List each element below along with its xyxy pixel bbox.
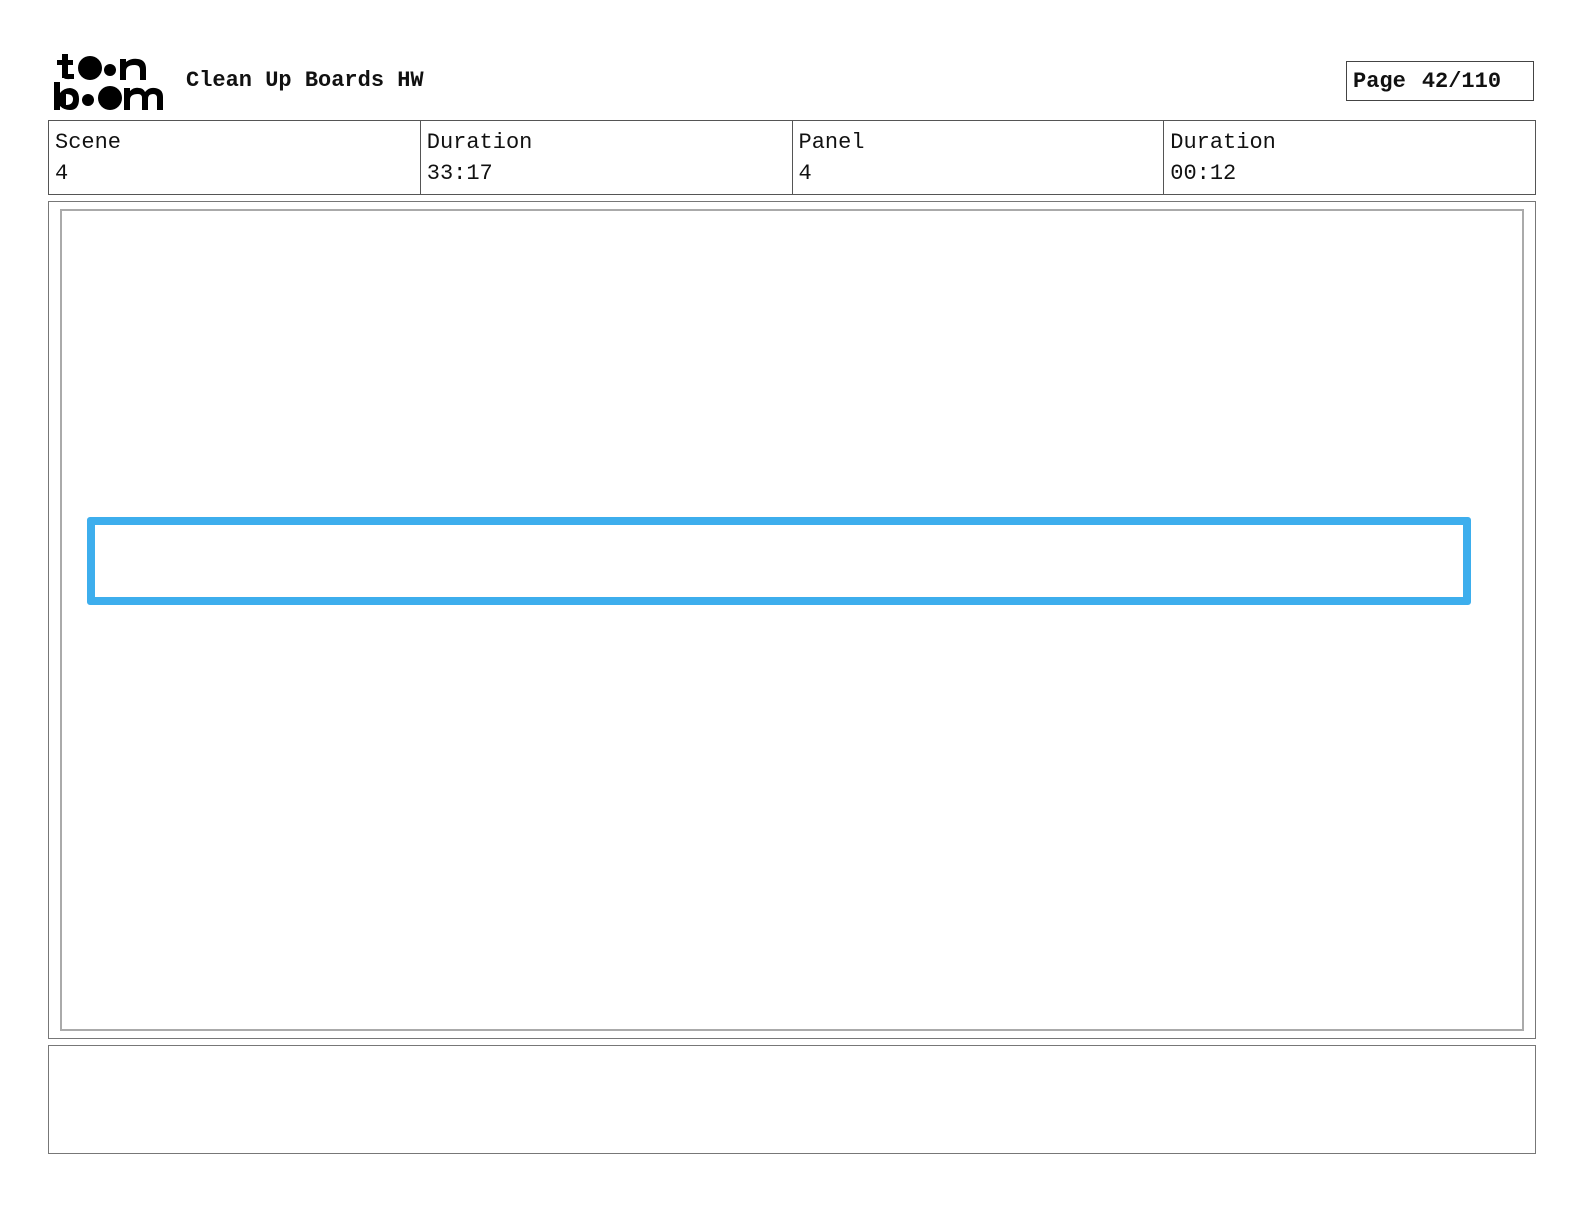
panel-duration-cell: Duration 00:12 — [1163, 121, 1535, 194]
panel-duration-value: 00:12 — [1170, 161, 1237, 186]
panel-notes-box — [48, 1045, 1536, 1154]
panel-value: 4 — [798, 161, 812, 186]
scene-cell: Scene 4 — [49, 121, 420, 194]
page-counter: Page 42/110 — [1346, 61, 1534, 101]
scene-info-table: Scene 4 Duration 33:17 Panel 4 Duration … — [48, 120, 1536, 195]
panel-duration-label: Duration — [1170, 130, 1276, 155]
page-number: 42/110 — [1421, 68, 1502, 94]
panel-label: Panel — [798, 130, 865, 155]
scene-duration-cell: Duration 33:17 — [419, 121, 792, 194]
scene-label: Scene — [55, 130, 122, 155]
blue-letterbox-drawing — [87, 517, 1471, 605]
toon-boom-logo — [54, 54, 163, 110]
document-title: Clean Up Boards HW — [186, 68, 424, 93]
scene-duration-value: 33:17 — [426, 161, 493, 186]
panel-cell: Panel 4 — [791, 121, 1164, 194]
page-label: Page — [1353, 68, 1406, 94]
scene-value: 4 — [55, 161, 69, 186]
panel-image — [60, 209, 1524, 1031]
scene-duration-label: Duration — [426, 130, 533, 155]
